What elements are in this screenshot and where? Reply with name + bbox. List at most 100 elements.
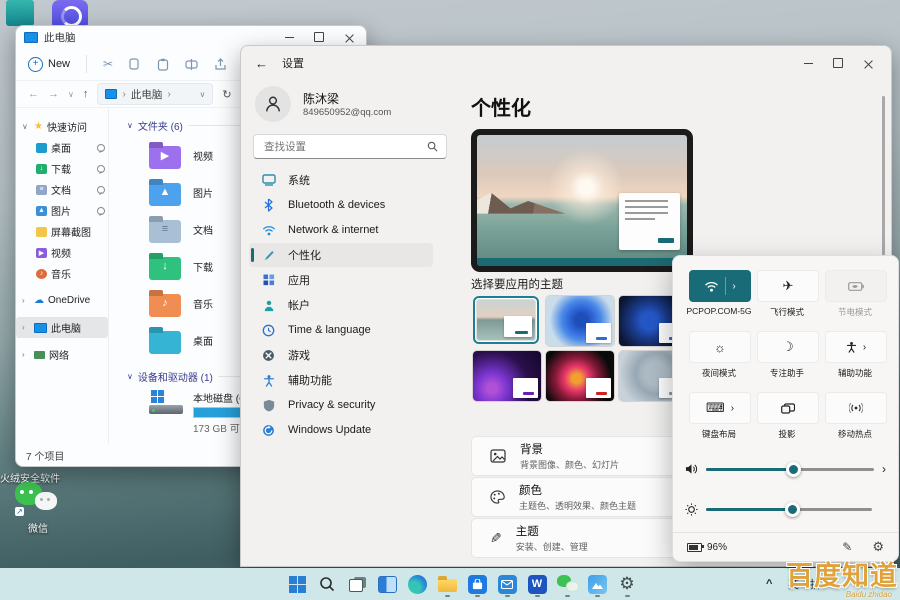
chevron-right-icon[interactable]: › bbox=[22, 296, 30, 305]
nav-item-privacy[interactable]: Privacy & security bbox=[249, 393, 433, 417]
tray-expand-chevron[interactable]: ^ bbox=[766, 578, 772, 590]
pin-icon bbox=[97, 165, 105, 173]
sidebar-item-videos[interactable]: ▶ 视频 bbox=[16, 242, 108, 263]
nav-item-bluetooth[interactable]: Bluetooth & devices bbox=[249, 193, 433, 217]
speaker-icon[interactable] bbox=[685, 463, 698, 475]
sidebar-item-this-pc[interactable]: › 此电脑 bbox=[16, 317, 108, 338]
sidebar-item-quick-access[interactable]: ∨ ★ 快速访问 bbox=[16, 116, 108, 137]
chevron-right-icon[interactable]: › bbox=[22, 350, 30, 359]
explorer-minimize-button[interactable] bbox=[274, 28, 304, 46]
videos-folder-icon: ▶ bbox=[36, 248, 47, 258]
sidebar-item-music[interactable]: ♪ 音乐 bbox=[16, 263, 108, 284]
explorer-statusbar: 7 个项目 bbox=[16, 444, 64, 466]
nav-item-gaming[interactable]: 游戏 bbox=[249, 343, 433, 367]
sidebar-item-network[interactable]: › 网络 bbox=[16, 344, 108, 365]
taskbar-settings-icon[interactable]: ⚙ bbox=[616, 571, 638, 597]
breadcrumb[interactable]: › 此电脑 › ∨ bbox=[97, 83, 213, 105]
desktop-shortcut-teal-icon[interactable] bbox=[6, 0, 34, 26]
start-button[interactable] bbox=[286, 571, 308, 597]
gear-icon[interactable]: ⚙ bbox=[872, 539, 884, 555]
mail-icon[interactable] bbox=[496, 571, 518, 597]
refresh-icon[interactable]: ↻ bbox=[222, 88, 231, 101]
theme-tile-glow-purple[interactable] bbox=[473, 351, 541, 401]
volume-slider[interactable] bbox=[706, 468, 874, 471]
new-button[interactable]: + New bbox=[28, 57, 70, 72]
nav-item-apps[interactable]: 应用 bbox=[249, 268, 433, 292]
task-view-button[interactable] bbox=[346, 571, 368, 597]
sidebar-item-pictures[interactable]: ▲ 图片 bbox=[16, 200, 108, 221]
brightness-slider[interactable] bbox=[706, 508, 872, 511]
brightness-icon[interactable] bbox=[685, 503, 698, 516]
word-icon[interactable]: W bbox=[526, 571, 548, 597]
copy-icon[interactable] bbox=[129, 58, 141, 71]
account-block[interactable]: 陈沐梁 849650952@qq.com bbox=[255, 86, 391, 122]
paste-icon[interactable] bbox=[157, 58, 169, 71]
keyboard-chevron-icon[interactable]: › bbox=[731, 403, 734, 414]
explorer-close-button[interactable] bbox=[334, 28, 364, 46]
recent-chevron-icon[interactable]: ∨ bbox=[68, 90, 74, 99]
sidebar-item-onedrive[interactable]: › ☁ OneDrive bbox=[16, 290, 108, 311]
taskbar-search-button[interactable] bbox=[316, 571, 338, 597]
address-chevron-icon[interactable]: ∨ bbox=[200, 90, 206, 99]
back-button[interactable]: ← bbox=[255, 56, 268, 71]
nav-item-personalization[interactable]: 个性化 bbox=[249, 243, 433, 267]
background-image-icon bbox=[490, 449, 506, 463]
nav-item-windows-update[interactable]: Windows Update bbox=[249, 418, 433, 442]
night-light-tile[interactable]: ☼ bbox=[689, 331, 751, 363]
sidebar-item-desktop[interactable]: 桌面 bbox=[16, 137, 108, 158]
mobile-hotspot-tile[interactable] bbox=[825, 392, 887, 424]
settings-maximize-button[interactable] bbox=[823, 54, 853, 72]
sidebar-item-screenshots[interactable]: 屏幕截图 bbox=[16, 221, 108, 242]
up-icon[interactable]: ↑ bbox=[83, 88, 89, 100]
accessibility-chevron-icon[interactable]: › bbox=[863, 342, 866, 353]
microsoft-store-icon[interactable] bbox=[466, 571, 488, 597]
nav-item-accessibility[interactable]: 辅助功能 bbox=[249, 368, 433, 392]
themes-pencil-icon: ✎ bbox=[490, 530, 502, 547]
explorer-maximize-button[interactable] bbox=[304, 28, 334, 46]
rename-icon[interactable] bbox=[185, 58, 198, 71]
battery-saver-tile[interactable] bbox=[825, 270, 887, 302]
wifi-expand-chevron-icon[interactable]: › bbox=[732, 281, 735, 292]
desktop-shortcut-wechat[interactable]: ↗ 微信 bbox=[10, 482, 66, 535]
theme-tile-flower-dark[interactable] bbox=[546, 351, 614, 401]
nav-item-time-language[interactable]: Time & language bbox=[249, 318, 433, 342]
keyboard-layout-tile[interactable]: ⌨ › bbox=[689, 392, 751, 424]
share-icon[interactable] bbox=[214, 58, 227, 71]
wechat-icon: ↗ bbox=[15, 482, 61, 516]
settings-close-button[interactable] bbox=[853, 54, 883, 72]
nav-item-network[interactable]: Network & internet bbox=[249, 218, 433, 242]
cut-icon[interactable]: ✂ bbox=[103, 57, 113, 71]
sidebar-item-downloads[interactable]: ↓ 下载 bbox=[16, 158, 108, 179]
accessibility-tile[interactable]: › bbox=[825, 331, 887, 363]
wifi-tile[interactable]: › bbox=[689, 270, 751, 302]
wechat-taskbar-icon[interactable] bbox=[556, 571, 578, 597]
theme-mini-window bbox=[513, 378, 537, 398]
battery-saver-label: 节电模式 bbox=[820, 306, 890, 318]
chevron-down-icon[interactable]: ∨ bbox=[22, 122, 30, 131]
theme-tile-light-selected[interactable] bbox=[473, 296, 539, 344]
settings-search-box[interactable] bbox=[253, 134, 447, 159]
accessibility-label: 辅助功能 bbox=[820, 367, 890, 379]
keyboard-icon: ⌨ bbox=[706, 400, 725, 416]
settings-search-input[interactable] bbox=[262, 140, 421, 154]
chevron-down-icon: ∨ bbox=[127, 372, 133, 381]
edit-quick-settings-icon[interactable]: ✎ bbox=[842, 540, 852, 554]
back-icon[interactable]: ← bbox=[28, 88, 39, 100]
settings-minimize-button[interactable] bbox=[793, 54, 823, 72]
project-tile[interactable] bbox=[757, 392, 819, 424]
file-explorer-icon[interactable] bbox=[436, 571, 458, 597]
theme-tile-bloom-light[interactable] bbox=[546, 296, 614, 346]
focus-assist-tile[interactable]: ☽ bbox=[757, 331, 819, 363]
chevron-right-icon[interactable]: › bbox=[22, 323, 30, 332]
edge-icon[interactable] bbox=[406, 571, 428, 597]
settings-scrollbar[interactable] bbox=[882, 96, 885, 256]
airplane-mode-tile[interactable]: ✈ bbox=[757, 270, 819, 302]
nav-item-accounts[interactable]: 帐户 bbox=[249, 293, 433, 317]
widgets-button[interactable] bbox=[376, 571, 398, 597]
breadcrumb-this-pc[interactable]: 此电脑 bbox=[131, 87, 163, 102]
volume-output-chevron-icon[interactable]: › bbox=[882, 462, 886, 476]
sidebar-item-documents[interactable]: ≡ 文档 bbox=[16, 179, 108, 200]
nav-item-system[interactable]: 系统 bbox=[249, 168, 433, 192]
photos-icon[interactable] bbox=[586, 571, 608, 597]
forward-icon[interactable]: → bbox=[48, 88, 59, 100]
